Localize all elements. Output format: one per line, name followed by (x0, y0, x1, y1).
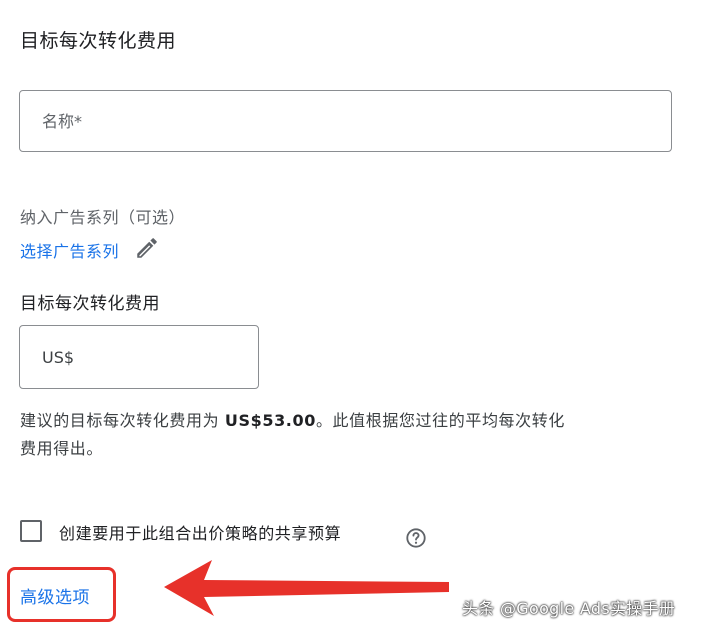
watermark: 头条 @Google Ads实操手册 (462, 599, 676, 618)
red-arrow-left-icon (164, 560, 449, 616)
pencil-icon[interactable] (134, 235, 160, 261)
name-input[interactable] (19, 90, 672, 152)
target-cpa-label: 目标每次转化费用 (20, 294, 160, 314)
help-circle-icon[interactable] (405, 527, 427, 549)
recommendation-text: 建议的目标每次转化费用为 US$53.00。此值根据您过往的平均每次转化费用得出… (20, 407, 580, 463)
shared-budget-label[interactable]: 创建要用于此组合出价策略的共享预算 (59, 520, 341, 544)
advanced-options-link[interactable]: 高级选项 (20, 583, 90, 608)
target-cpa-input[interactable] (19, 325, 259, 389)
select-campaign-link[interactable]: 选择广告系列 (20, 238, 119, 262)
campaign-label: 纳入广告系列（可选） (20, 208, 186, 227)
recommended-amount: US$53.00 (224, 411, 316, 430)
section-title: 目标每次转化费用 (20, 30, 177, 52)
shared-budget-checkbox[interactable] (20, 520, 42, 542)
recommendation-prefix: 建议的目标每次转化费用为 (20, 411, 225, 430)
